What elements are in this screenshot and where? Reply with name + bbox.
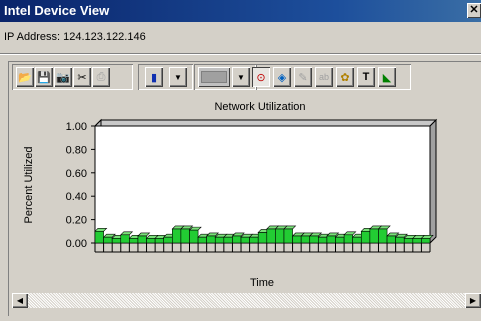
scroll-left-icon[interactable]: ◀ [12,293,28,308]
network-utilization-chart: 1.00 0.80 0.60 0.40 0.20 0.00 Percent Utilize… [23,118,438,289]
y-tick-label: 0.20 [66,215,87,227]
bar [137,235,147,244]
bar [232,235,242,244]
y-tick-label: 0.80 [66,144,87,156]
bar [94,231,104,244]
bar [163,236,173,244]
bar [154,238,165,244]
bar [129,238,139,244]
y-tick-label: 1.00 [66,121,87,133]
bar [257,232,268,244]
bar [103,236,113,244]
bar [421,238,431,244]
bar [111,238,122,244]
bar [197,236,207,244]
bar [318,236,328,244]
bar [335,236,345,244]
bar [275,228,285,244]
bar [369,228,379,244]
bar [386,235,396,244]
y-tick-label: 0.60 [66,168,87,180]
bar [326,235,336,244]
bar [412,238,422,244]
bar [283,228,293,244]
bar [403,238,414,244]
bar [240,236,250,244]
scrollbar-track[interactable] [28,293,465,308]
x-axis-label: Time [250,277,274,289]
bar [343,234,353,244]
y-tick-label: 0.40 [66,191,87,203]
horizontal-scrollbar[interactable]: ◀ ▶ [12,293,481,308]
plot-area [94,125,431,244]
bar [249,236,259,244]
bar [120,234,130,244]
bar [300,235,311,244]
bar [180,228,190,244]
bar [266,228,276,244]
bar [378,228,388,244]
scroll-right-icon[interactable]: ▶ [465,293,481,308]
bar [206,235,216,244]
bar [172,228,182,244]
bar [189,229,199,244]
bar [395,236,405,244]
bar [309,235,319,244]
bar [146,238,156,244]
bar [292,235,302,244]
y-tick-label: 0.00 [66,238,87,250]
bar [352,236,362,244]
bar [223,236,233,244]
bar [214,236,225,244]
bar [360,231,371,244]
y-axis-label: Percent Utilized [23,146,35,223]
plot-top-edge [93,119,438,127]
plot-right-wall [429,118,437,245]
